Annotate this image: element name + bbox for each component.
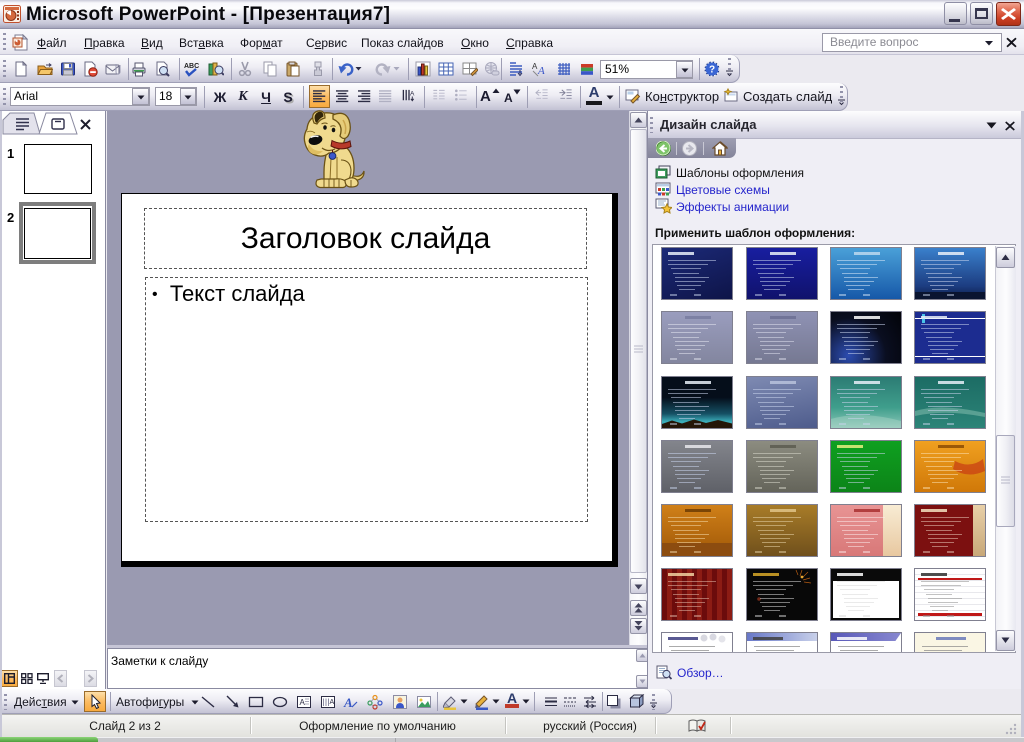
svg-text:A: A (537, 65, 545, 77)
svg-text:А: А (330, 699, 335, 706)
svg-text:?: ? (709, 65, 715, 76)
svg-text:ABC: ABC (184, 63, 199, 70)
svg-text:A: A (343, 695, 353, 710)
svg-text:A: A (300, 698, 306, 707)
